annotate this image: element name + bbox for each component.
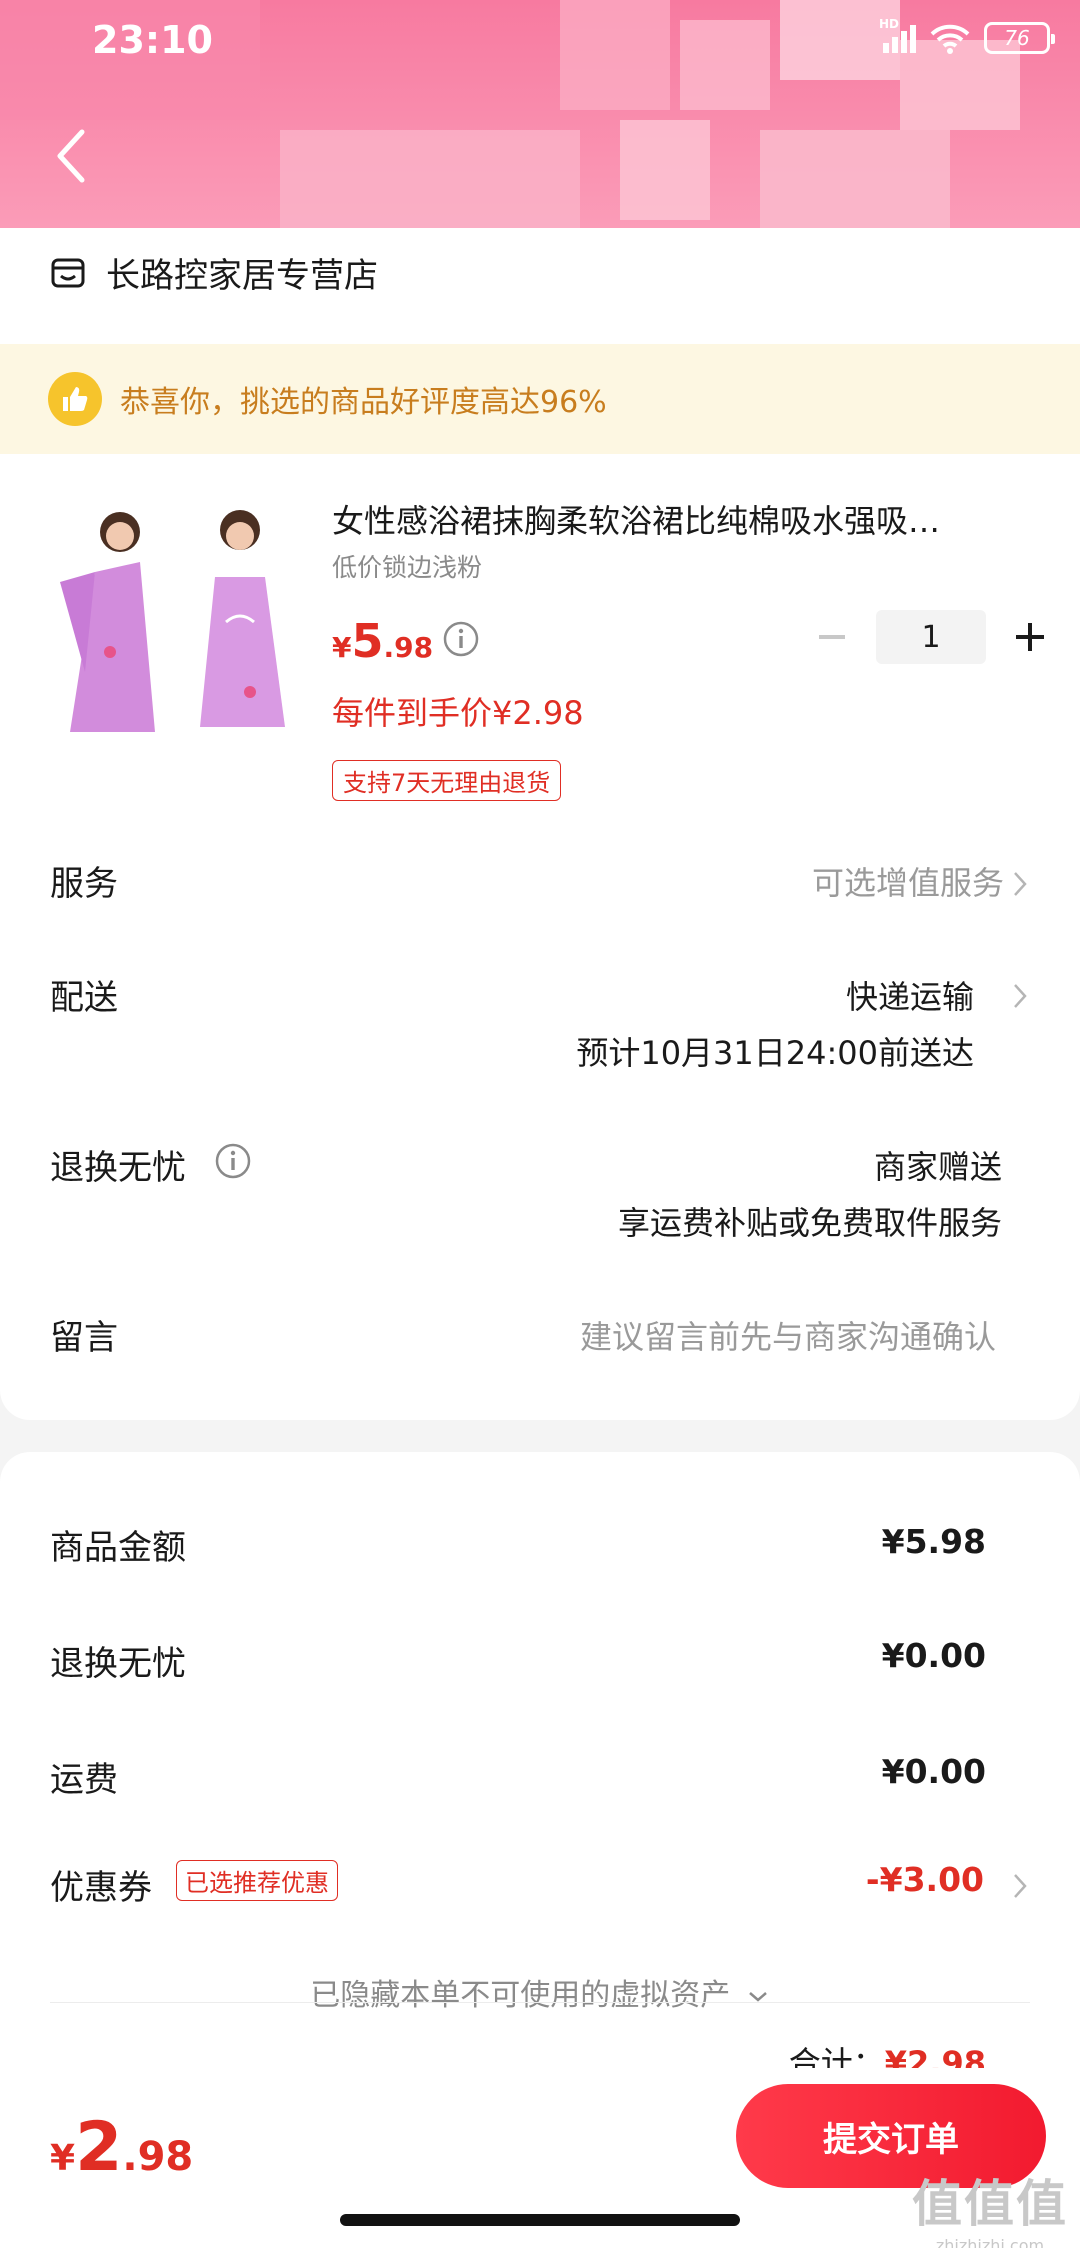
message-label: 留言 [50,1318,118,1358]
rating-text: 恭喜你，挑选的商品好评度高达96% [120,385,607,420]
return-fee-label: 退换无忧 [50,1644,186,1684]
coupon-tag: 已选推荐优惠 [176,1860,338,1901]
per-item-price: 每件到手价¥2.98 [332,694,584,732]
order-card: 长路控家居专营店 恭喜你，挑选的商品好评度高达96% 女性感浴裙抹胸柔软浴裙比纯… [0,228,1080,1420]
price-info-icon[interactable] [442,620,480,658]
increase-quantity-button[interactable] [1008,615,1052,659]
bottom-action-bar: ¥ 2 .98 提交订单 值值值 zhizhizhi.com [0,2068,1080,2248]
home-indicator[interactable] [340,2214,740,2226]
product-title[interactable]: 女性感浴裙抹胸柔软浴裙比纯棉吸水强吸… [332,496,1032,542]
service-value[interactable]: 可选增值服务 [812,858,1004,904]
store-row[interactable]: 长路控家居专营店 [50,248,378,297]
rating-banner: 恭喜你，挑选的商品好评度高达96% [0,344,1080,454]
product-image[interactable] [50,492,300,742]
watermark: 值值值 zhizhizhi.com [912,2164,1068,2248]
hidden-assets-text: 已隐藏本单不可使用的虚拟资产 [310,1978,731,2013]
hd-label: HD [879,17,900,31]
signal-icon: HD [879,17,916,53]
price-symbol: ¥ [332,631,352,664]
hidden-assets-toggle[interactable]: 已隐藏本单不可使用的虚拟资产 [0,1970,1080,2014]
price-summary-card: 商品金额 ¥5.98 退换无忧 ¥0.00 运费 ¥0.00 优惠券 已选推荐优… [0,1452,1080,2082]
coupon-value[interactable]: -¥3.00 [866,1860,984,1899]
store-name: 长路控家居专营店 [106,256,378,296]
delivery-eta: 预计10月31日24:00前送达 [576,1034,974,1072]
final-price: ¥ 2 .98 [50,2108,193,2187]
goods-amount-label: 商品金额 [50,1528,186,1568]
message-input[interactable]: 建议留言前先与商家沟通确认 [580,1312,996,1358]
top-header: 23:10 HD 76 [0,0,1080,228]
goods-amount-value: ¥5.98 [881,1522,986,1561]
return-service-line1: 商家赠送 [873,1148,1002,1186]
final-price-dec: .98 [122,2134,194,2180]
chevron-right-icon[interactable] [1012,982,1028,1010]
chevron-right-icon[interactable] [1012,1872,1028,1900]
status-time: 23:10 [92,18,213,62]
price-dec: .98 [383,631,434,664]
thumbs-up-icon [48,372,102,426]
delivery-label: 配送 [50,978,118,1018]
delivery-method[interactable]: 快递运输 [846,972,974,1018]
shipping-value: ¥0.00 [881,1752,986,1791]
watermark-sub: zhizhizhi.com [935,2236,1045,2248]
return-info-icon[interactable] [214,1142,252,1180]
coupon-label: 优惠券 [50,1868,152,1908]
status-icons: HD 76 [879,17,1055,54]
final-price-symbol: ¥ [50,2138,76,2179]
back-icon[interactable] [50,128,94,184]
quantity-stepper: 1 [810,610,1052,664]
store-icon [51,258,85,287]
quantity-value[interactable]: 1 [876,610,986,664]
return-service-label: 退换无忧 [50,1148,186,1188]
shipping-label: 运费 [50,1760,118,1800]
return-fee-value: ¥0.00 [881,1636,986,1675]
divider [50,2002,1030,2003]
watermark-main: 值值值 [912,2175,1068,2233]
wifi-icon [930,24,970,54]
battery-icon: 76 [984,22,1055,54]
service-label: 服务 [50,864,118,904]
price-int: 5 [351,614,384,668]
return-policy-tag: 支持7天无理由退货 [332,760,562,801]
decrease-quantity-button[interactable] [810,615,854,659]
product-price: ¥ 5 .98 [332,614,433,668]
final-price-int: 2 [75,2108,123,2187]
return-service-line2: 享运费补贴或免费取件服务 [617,1204,1002,1242]
product-sku[interactable]: 低价锁边浅粉 [332,548,482,584]
chevron-right-icon[interactable] [1012,870,1028,898]
